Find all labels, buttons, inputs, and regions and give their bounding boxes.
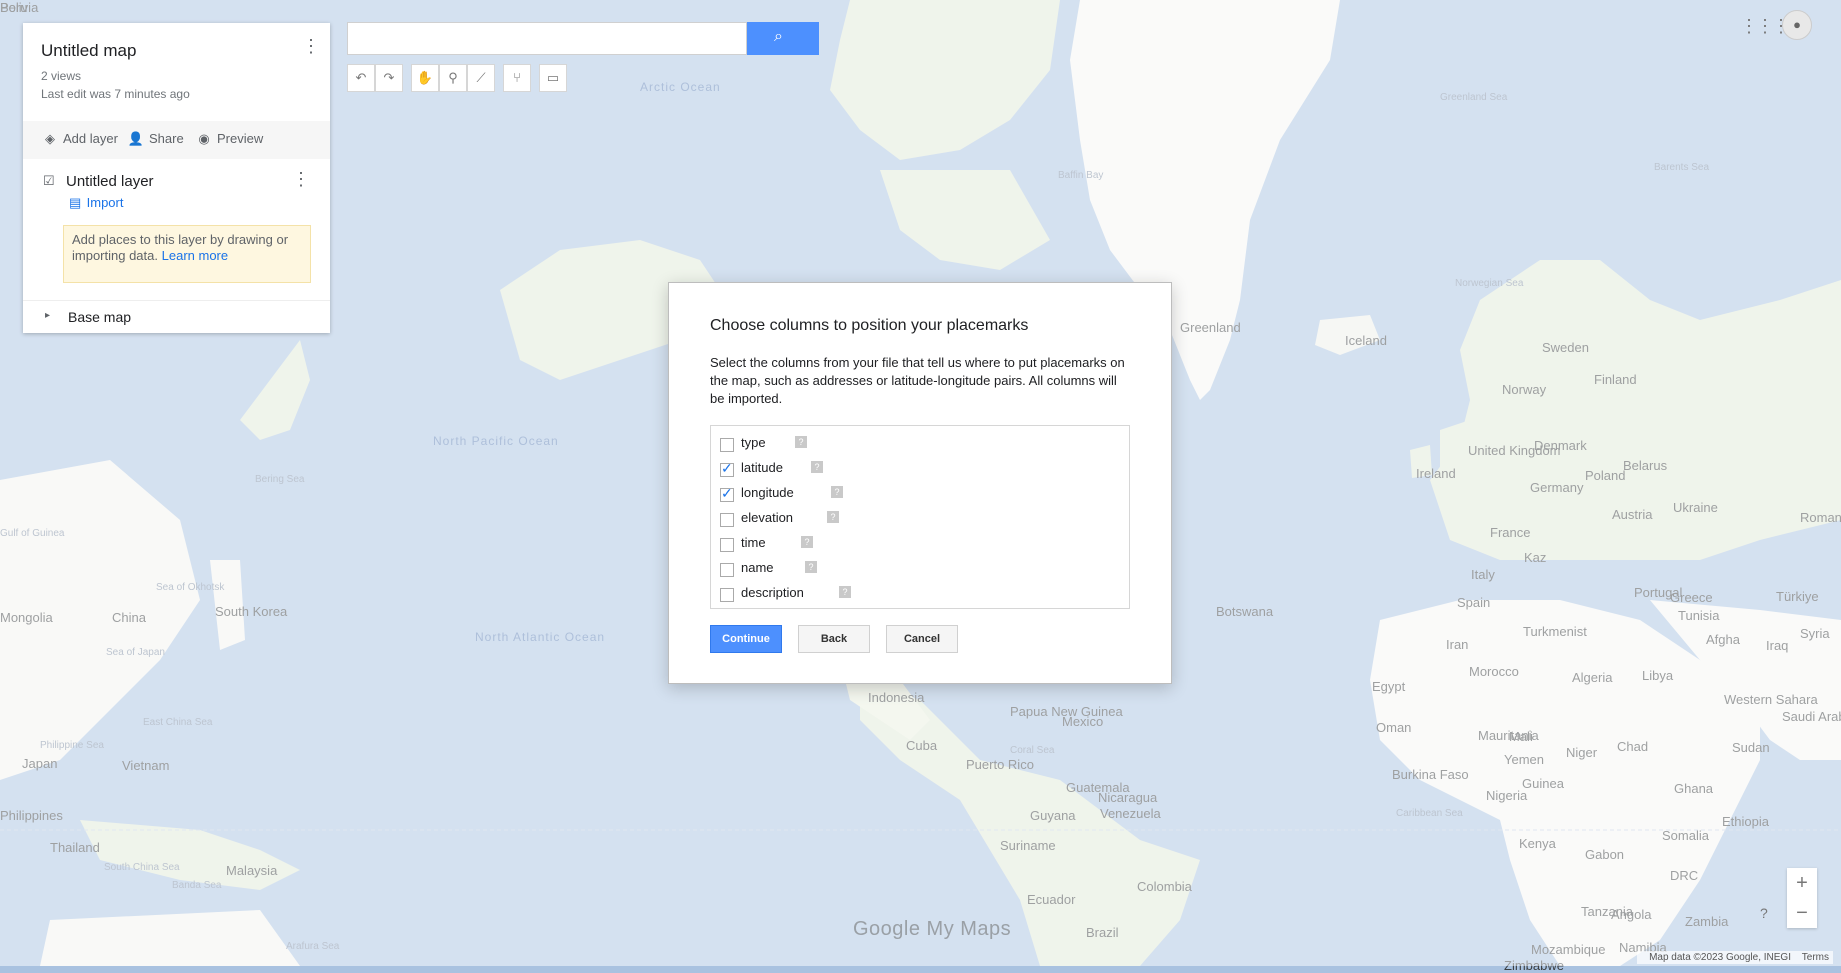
base-map-row[interactable]: ▸ Base map	[23, 300, 330, 331]
help-icon[interactable]: ?	[1760, 905, 1768, 921]
column-checkbox[interactable]	[720, 438, 734, 452]
view-count: 2 views	[41, 69, 82, 83]
choose-columns-dialog: Choose columns to position your placemar…	[668, 282, 1172, 684]
layer-options-menu-icon[interactable]: ⋮	[292, 169, 310, 190]
column-label[interactable]: description	[741, 585, 804, 600]
back-button[interactable]: Back	[798, 625, 870, 653]
map-attribution: Map data ©2023 Google, INEGI Terms	[1637, 951, 1833, 964]
map-info-panel: Untitled map 2 views Last edit was 7 min…	[23, 23, 330, 333]
redo-button[interactable]: ↷	[375, 64, 403, 92]
add-marker-button[interactable]: ⚲	[439, 64, 467, 92]
column-label[interactable]: elevation	[741, 510, 793, 525]
person-add-icon: 👤	[127, 131, 145, 146]
eye-icon: ◉	[198, 131, 210, 146]
terms-link[interactable]: Terms	[1802, 952, 1829, 963]
undo-button[interactable]: ↶	[347, 64, 375, 92]
chevron-right-icon: ▸	[45, 310, 51, 321]
marker-icon: ⚲	[448, 70, 458, 85]
redo-icon: ↷	[383, 70, 395, 85]
zoom-controls: + −	[1787, 868, 1817, 928]
hand-icon: ✋	[416, 70, 434, 85]
map-options-menu-icon[interactable]: ⋮	[302, 37, 320, 55]
column-label[interactable]: time	[741, 535, 766, 550]
draw-line-icon: ⟋	[476, 70, 486, 85]
column-label[interactable]: name	[741, 560, 774, 575]
preview-button[interactable]: ◉ Preview	[195, 131, 263, 147]
share-button[interactable]: 👤 Share	[127, 131, 184, 147]
help-icon[interactable]: ?	[805, 561, 817, 573]
directions-icon: ⑂	[513, 70, 521, 85]
file-icon: ▤	[69, 195, 82, 210]
search-box	[347, 22, 747, 55]
panel-actions-bar: ◈ Add layer 👤 Share ◉ Preview	[23, 121, 330, 159]
dialog-description: Select the columns from your file that t…	[710, 355, 1125, 406]
add-layer-button[interactable]: ◈ Add layer	[41, 131, 118, 147]
undo-icon: ↶	[355, 70, 367, 85]
share-label: Share	[149, 131, 184, 146]
draw-line-button[interactable]: ⟋	[467, 64, 495, 92]
column-checkbox[interactable]	[720, 538, 734, 552]
layer-name[interactable]: Untitled layer	[66, 173, 154, 190]
column-label[interactable]: latitude	[741, 460, 783, 475]
column-list: type? latitude? longitude? elevation? time? n…	[710, 425, 1130, 609]
add-layer-label: Add layer	[63, 131, 118, 146]
zoom-out-button[interactable]: −	[1787, 898, 1817, 928]
column-checkbox[interactable]	[720, 588, 734, 602]
layer-empty-hint: Add places to this layer by drawing or i…	[63, 225, 311, 283]
base-map-label: Base map	[68, 309, 132, 325]
account-avatar[interactable]: ●	[1782, 10, 1812, 40]
map-data-credit: Map data ©2023 Google, INEGI	[1649, 952, 1791, 963]
column-checkbox[interactable]	[720, 460, 734, 477]
apps-grid-icon[interactable]: ⋮⋮⋮	[1740, 16, 1790, 37]
search-icon: ⌕	[774, 28, 783, 45]
column-label[interactable]: longitude	[741, 485, 794, 500]
help-icon[interactable]: ?	[831, 486, 843, 498]
column-checkbox[interactable]	[720, 485, 734, 502]
last-edit-time: Last edit was 7 minutes ago	[41, 87, 190, 101]
help-icon[interactable]: ?	[827, 511, 839, 523]
help-icon[interactable]: ?	[801, 536, 813, 548]
layer-visibility-checkbox[interactable]: ☑	[43, 173, 55, 189]
my-maps-logo: Google My Maps	[853, 918, 1012, 940]
import-link[interactable]: ▤ Import	[69, 195, 123, 211]
preview-label: Preview	[217, 131, 264, 146]
column-label[interactable]: type	[741, 435, 766, 450]
help-icon[interactable]: ?	[795, 436, 807, 448]
search-button[interactable]: ⌕	[747, 22, 819, 55]
learn-more-link[interactable]: Learn more	[162, 248, 228, 263]
search-input[interactable]	[348, 23, 744, 53]
cancel-button[interactable]: Cancel	[886, 625, 958, 653]
continue-button[interactable]: Continue	[710, 625, 782, 653]
help-icon[interactable]: ?	[839, 586, 851, 598]
map-title[interactable]: Untitled map	[41, 41, 136, 61]
column-checkbox[interactable]	[720, 563, 734, 577]
ruler-icon: ▭	[546, 70, 560, 85]
select-items-button[interactable]: ✋	[411, 64, 439, 92]
layers-icon: ◈	[45, 131, 55, 146]
import-label: Import	[86, 195, 124, 210]
column-checkbox[interactable]	[720, 513, 734, 527]
add-directions-button[interactable]: ⑂	[503, 64, 531, 92]
measure-button[interactable]: ▭	[539, 64, 567, 92]
dialog-title: Choose columns to position your placemar…	[710, 317, 1029, 334]
zoom-in-button[interactable]: +	[1787, 868, 1817, 898]
help-icon[interactable]: ?	[811, 461, 823, 473]
